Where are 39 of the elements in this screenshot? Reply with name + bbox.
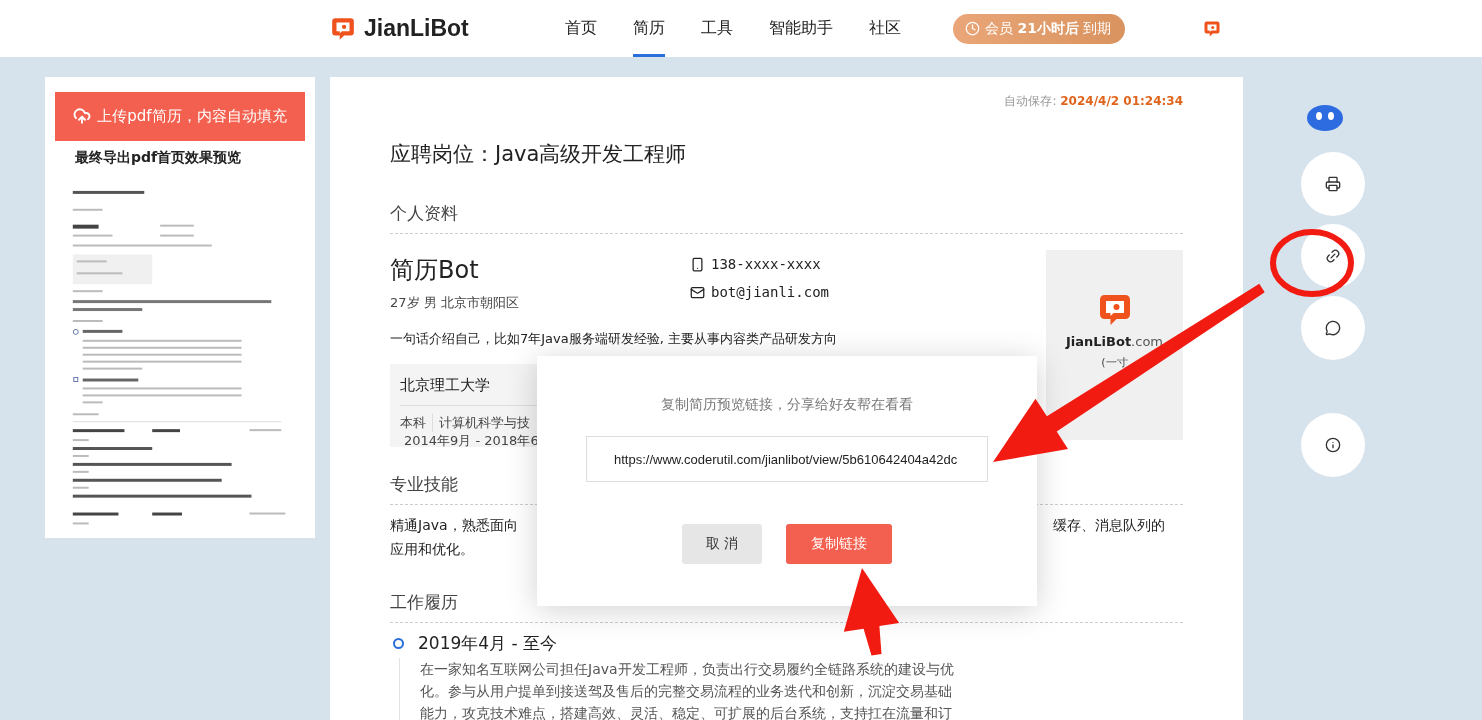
nav-tab[interactable]: 智能助手 [769,0,833,57]
print-icon [1325,176,1341,192]
candidate-name: 简历Bot [390,255,479,286]
skills-text: 精通Java，熟悉面向 [390,517,518,535]
clock-icon [965,21,980,36]
photo-caption: (一寸 [1101,355,1128,370]
degree: 本科 [400,414,426,432]
link-field[interactable]: https://www.coderutil.com/jianlibot/view/5b610642404a42dc [586,436,988,482]
skills-text: 缓存、消息队列的 [1053,517,1165,535]
logo-text: JianLiBot [364,15,469,42]
preview-title: 最终导出pdf首页效果预览 [75,148,242,167]
cancel-button[interactable]: 取 消 [681,524,763,564]
work-description: 在一家知名互联网公司担任Java开发工程师，负责出行交易履约全链路系统的建设与优 [420,660,955,679]
nav-tab[interactable]: 简历 [633,0,665,57]
autosave-status: 自动保存: 2024/4/2 01:24:34 [1003,93,1183,110]
phone-icon [690,256,705,272]
info-icon [1325,437,1341,453]
position-title: 应聘岗位：Java高级开发工程师 [390,141,688,168]
photo-brand: JianLiBot.com [1066,334,1163,349]
robot-avatar-icon[interactable] [1306,102,1344,132]
nav-tab[interactable]: 社区 [869,0,901,57]
nav-tab[interactable]: 工具 [701,0,733,57]
work-period: 2019年4月 - 至今 [418,632,558,655]
email-address: bot@jianli.com [711,284,829,300]
logo-icon [330,15,356,42]
logo-icon [1203,19,1222,38]
work-description: 化。参与从用户提单到接送驾及售后的完整交易流程的业务迭代和创新，沉淀交易基础 [420,682,953,701]
nav-tab[interactable]: 首页 [565,0,597,57]
section-heading: 个人资料 [390,202,1183,234]
phone-number: 138-xxxx-xxxx [711,256,821,272]
self-introduction: 一句话介绍自己，比如7年Java服务端研发经验, 主要从事内容类产品研发方向 [390,330,838,348]
cloud-upload-icon [73,107,92,126]
candidate-details: 27岁 男 北京市朝阳区 [390,294,519,312]
major: 计算机科学与技 [439,414,530,432]
work-description: 能力，攻克技术难点，搭建高效、灵活、稳定、可扩展的后台系统，支持扛在流量和订 [420,704,953,720]
timeline-dot [393,638,404,649]
mail-icon [690,284,705,300]
chat-bubble-icon [1325,320,1341,336]
skills-text: 应用和优化。 [390,541,474,559]
